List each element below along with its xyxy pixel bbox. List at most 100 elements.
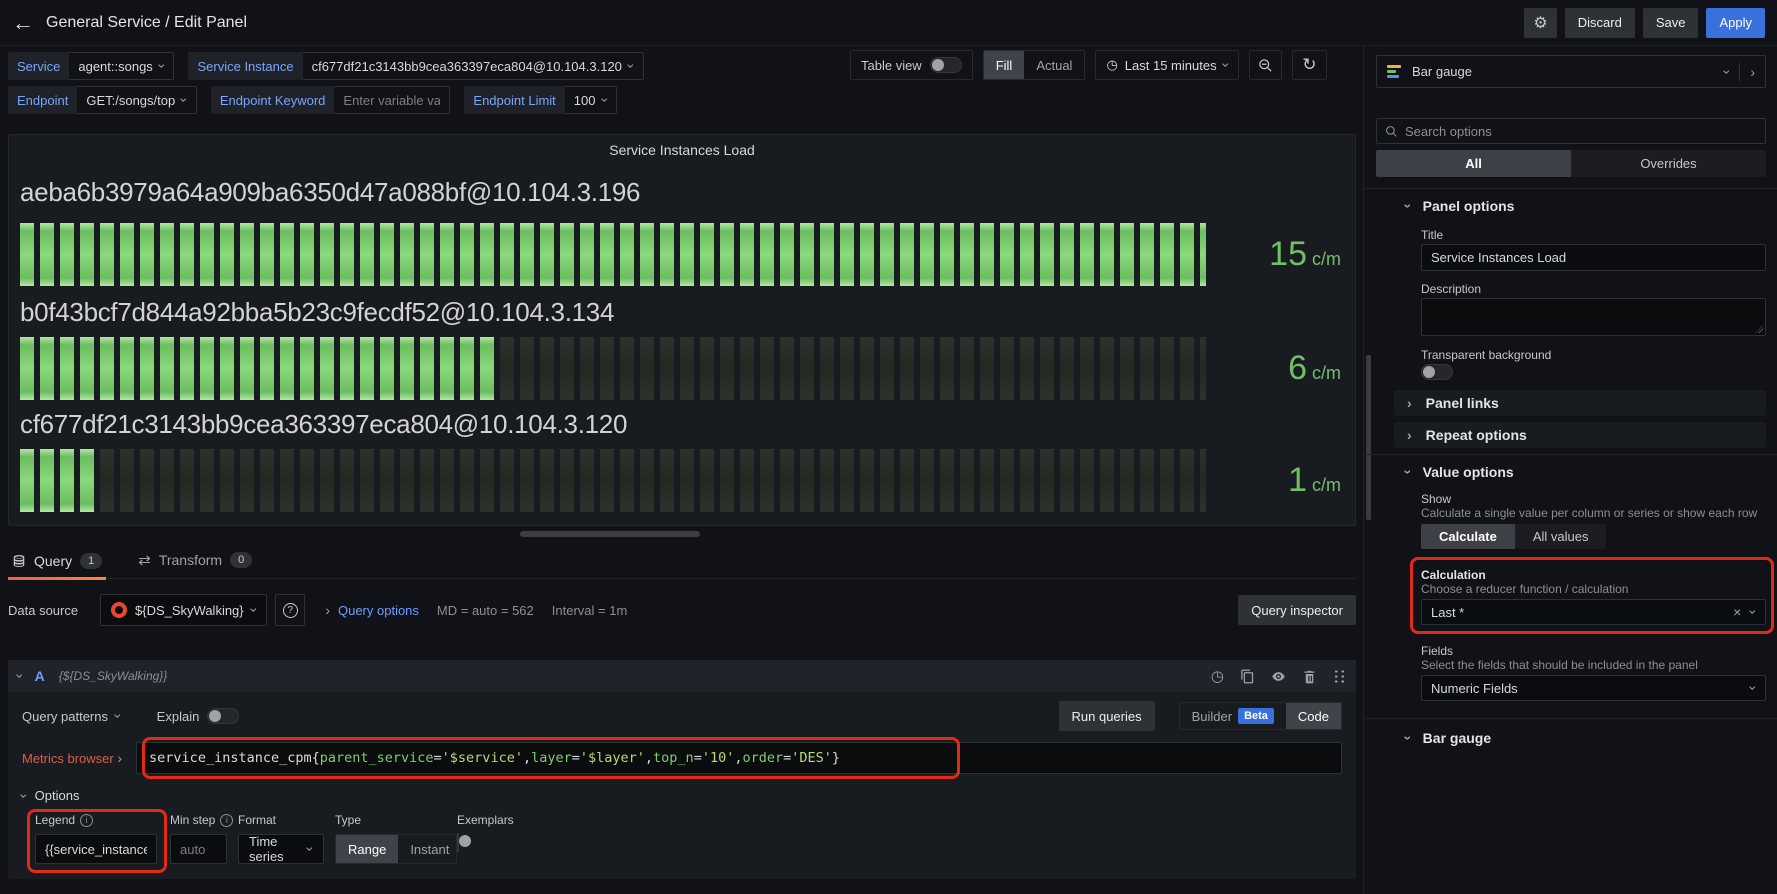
table-view-toggle[interactable] [930,57,962,73]
description-label: Description [1421,282,1481,296]
chevron-right-icon: › [117,751,122,765]
service-dropdown[interactable]: agent::songs › [69,52,174,80]
tab-overrides[interactable]: Overrides [1571,150,1766,177]
fields-select[interactable]: Numeric Fields › [1421,675,1766,701]
trash-icon[interactable] [1302,669,1317,684]
datasource-picker[interactable]: ${DS_SkyWalking} › [100,594,267,626]
options-collapse[interactable]: › Options [22,788,1342,803]
sidebar-scrollbar[interactable] [1366,355,1371,520]
tab-transform[interactable]: ⇄ Transform 0 [134,551,256,578]
chevron-down-icon: › [598,98,612,103]
instant-option[interactable]: Instant [398,835,457,863]
calculate-option[interactable]: Calculate [1421,524,1515,549]
explain-control: Explain [157,708,240,724]
service-instance-dropdown[interactable]: cf677df21c3143bb9cea363397eca804@10.104.… [303,52,644,80]
variables-row-1: Service agent::songs › Service Instance … [8,52,644,80]
query-options-row: Legendi Min stepi Format Time series › T… [35,813,1342,864]
chevron-down-icon: › [247,608,261,613]
query-expression-input[interactable]: service_instance_cpm{parent_service='$se… [136,742,1342,774]
question-circle-icon[interactable]: ? [275,594,305,626]
metrics-row: Metrics browser › service_instance_cpm{p… [22,742,1342,774]
panel-title-input[interactable] [1421,244,1766,271]
gauge-row-bar [20,449,1206,512]
query-inspector-button[interactable]: Query inspector [1238,595,1356,625]
gauge-row-label: aeba6b3979a64a909ba6350d47a088bf@10.104.… [20,177,640,208]
chevron-right-icon: › [1407,428,1412,442]
endpoint-keyword-input[interactable] [334,86,450,114]
eye-icon[interactable] [1271,669,1286,684]
show-label: Show [1421,492,1451,506]
bar-gauge-icon [1387,65,1403,78]
fill-option[interactable]: Fill [984,51,1025,79]
query-patterns-dropdown[interactable]: Query patterns › [22,709,121,724]
drag-handle-icon[interactable] [1333,669,1346,683]
query-options: › Query options MD = auto = 562 Interval… [325,603,627,618]
back-arrow-icon[interactable]: ← [0,10,46,36]
all-values-option[interactable]: All values [1515,524,1607,549]
calculation-select[interactable]: Last * × › [1421,599,1766,625]
builder-code-switch: Builder Beta Code [1179,702,1342,730]
clock-icon: ◷ [1106,57,1117,73]
history-icon[interactable]: ◷ [1211,667,1224,685]
discard-button[interactable]: Discard [1565,8,1635,38]
endpoint-limit-label: Endpoint Limit [464,86,564,114]
panel-links-collapse[interactable]: › Panel links [1394,390,1766,416]
gear-icon[interactable]: ⚙ [1524,8,1556,38]
variables-row-2: Endpoint GET:/songs/top › Endpoint Keywo… [8,86,617,114]
chevron-down-icon: › [624,64,638,69]
tab-all[interactable]: All [1376,150,1571,177]
apply-button[interactable]: Apply [1706,8,1765,38]
repeat-options-collapse[interactable]: › Repeat options [1394,422,1766,448]
metrics-browser-link[interactable]: Metrics browser › [22,751,122,766]
options-search-input[interactable] [1405,124,1757,139]
endpoint-label: Endpoint [8,86,77,114]
gauge-row-bar [20,223,1206,286]
horizontal-scrollbar[interactable] [520,531,700,537]
exemplars-toggle[interactable] [457,833,459,852]
variable-endpoint-keyword: Endpoint Keyword [211,86,451,114]
fill-actual-switch: Fill Actual [983,50,1086,80]
value-options-header[interactable]: › Value options [1406,464,1514,480]
query-options-link[interactable]: Query options [338,603,419,618]
legend-input[interactable] [35,834,157,864]
panel-options-header[interactable]: › Panel options [1406,198,1514,214]
refresh-icon[interactable]: ↻ [1292,50,1326,80]
endpoint-dropdown[interactable]: GET:/songs/top › [77,86,197,114]
copy-icon[interactable] [1240,669,1255,684]
builder-option[interactable]: Builder Beta [1180,703,1286,729]
run-queries-button[interactable]: Run queries [1059,701,1155,731]
legend-field: Legendi [35,813,170,864]
format-dropdown[interactable]: Time series › [238,834,324,864]
time-range-picker[interactable]: ◷ Last 15 minutes › [1095,50,1239,80]
variable-endpoint-limit: Endpoint Limit 100 › [464,86,617,114]
exemplars-field: Exemplars [457,813,514,864]
view-controls: Table view Fill Actual ◷ Last 15 minutes… [850,50,1327,80]
chevron-down-icon: › [1747,610,1761,615]
transparent-background-toggle[interactable] [1421,364,1453,380]
gauge-row-label: cf677df21c3143bb9cea363397eca804@10.104.… [20,409,627,440]
bar-gauge-section-header[interactable]: › Bar gauge [1406,730,1491,746]
query-row-header[interactable]: › A {${DS_SkyWalking}} ◷ [8,660,1356,692]
zoom-out-icon[interactable] [1249,50,1282,80]
query-count-badge: 1 [80,553,102,569]
visualization-picker[interactable]: Bar gauge › › [1376,55,1766,88]
format-field: Format Time series › [238,813,335,864]
min-step-field: Min stepi [170,813,238,864]
gauge-row-value: 6c/m [1141,349,1341,388]
save-button[interactable]: Save [1643,8,1699,38]
chevron-right-icon[interactable]: › [1750,65,1755,79]
description-textarea[interactable] [1421,298,1766,336]
actual-option[interactable]: Actual [1024,51,1084,79]
tab-query[interactable]: Query 1 [8,553,106,578]
min-step-input[interactable] [170,834,227,864]
collapse-icon[interactable]: › [13,674,27,679]
variable-service: Service agent::songs › [8,52,174,80]
close-icon[interactable]: × [1733,604,1741,620]
code-option[interactable]: Code [1286,703,1341,729]
explain-toggle[interactable] [207,708,239,724]
variable-service-instance: Service Instance cf677df21c3143bb9cea363… [188,52,643,80]
endpoint-limit-dropdown[interactable]: 100 › [565,86,617,114]
range-option[interactable]: Range [336,835,398,863]
chevron-down-icon: › [111,714,125,719]
gauge-row-value: 1c/m [1141,461,1341,500]
